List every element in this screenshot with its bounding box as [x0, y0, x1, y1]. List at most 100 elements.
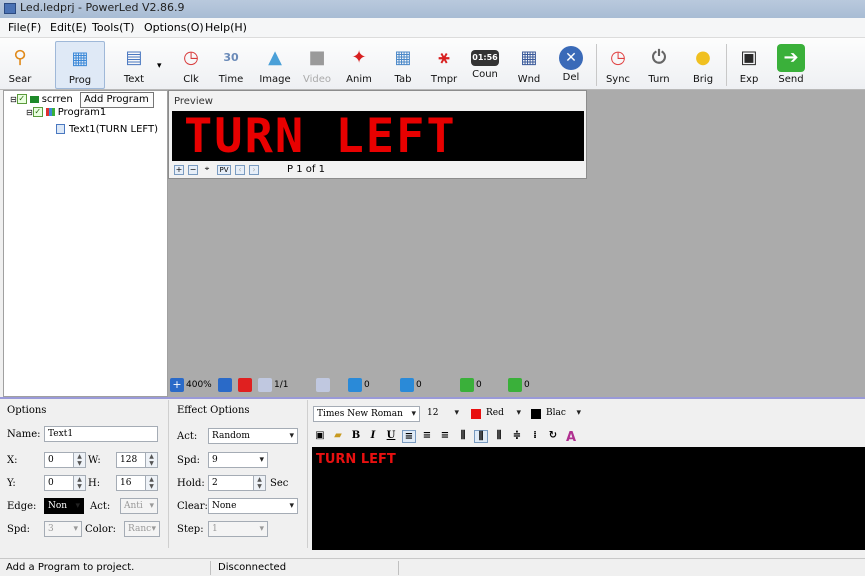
- arrange-icon: [460, 378, 474, 392]
- vertical-align-control[interactable]: 0: [348, 378, 370, 392]
- x-spinner[interactable]: ▲ ▼: [74, 452, 86, 468]
- char-spacing-icon[interactable]: ⁞: [528, 430, 542, 441]
- fg-color-select[interactable]: Red: [468, 406, 524, 422]
- font-select[interactable]: Times New Roman: [313, 406, 420, 422]
- green-control-2[interactable]: 0: [508, 378, 530, 392]
- edge-act-value: Anti: [124, 501, 143, 511]
- size-select[interactable]: 12: [424, 406, 462, 422]
- effect-act-label: Act:: [177, 431, 198, 442]
- delete-button[interactable]: ✕ Del: [552, 41, 590, 89]
- bg-color-select[interactable]: Blac: [528, 406, 584, 422]
- fg-color-value: Red: [486, 408, 504, 418]
- toolbar-separator: [596, 44, 597, 86]
- menu-file[interactable]: File(F): [8, 21, 41, 34]
- counter-button[interactable]: 01:56 Coun: [466, 41, 504, 89]
- power-icon: ⏻: [651, 47, 667, 68]
- play-control[interactable]: [238, 378, 252, 392]
- app-icon: [4, 3, 16, 14]
- align-left-icon[interactable]: ≡: [402, 430, 416, 443]
- prev-page-button[interactable]: ‹: [235, 165, 245, 175]
- video-button[interactable]: ■ Video: [298, 41, 336, 89]
- hold-spinner[interactable]: ▲ ▼: [254, 475, 266, 491]
- tree-node-text[interactable]: Text1(TURN LEFT): [56, 124, 158, 135]
- bg-color-value: Blac: [546, 408, 566, 418]
- effect-spd-value: 9: [212, 455, 218, 465]
- zoom-out-control[interactable]: [218, 378, 232, 392]
- valign-middle-icon[interactable]: ⫼: [474, 430, 488, 443]
- first-page-control[interactable]: 1/1: [258, 378, 288, 392]
- time-button[interactable]: 30 Time: [212, 41, 250, 89]
- align-center-icon[interactable]: ≡: [420, 430, 434, 441]
- temperature-button[interactable]: ⚹ Tmpr: [425, 41, 463, 89]
- image-button[interactable]: ▲ Image: [256, 41, 294, 89]
- menu-help[interactable]: Help(H): [205, 21, 247, 34]
- y-spinner[interactable]: ▲ ▼: [74, 475, 86, 491]
- align-right-icon[interactable]: ≡: [438, 430, 452, 441]
- turn-button[interactable]: ⏻ Turn: [640, 41, 678, 89]
- last-page-icon: [316, 378, 330, 392]
- edge-value: Non: [48, 501, 68, 511]
- tree-node-screen[interactable]: ⊟ ✓ scrren: [10, 94, 73, 105]
- clock-button[interactable]: ◷ Clk: [172, 41, 210, 89]
- animation-button[interactable]: ✦ Anim: [340, 41, 378, 89]
- text-button[interactable]: ▤ Text: [115, 41, 153, 89]
- zoom-out-button[interactable]: −: [188, 165, 198, 175]
- valign-bottom-icon[interactable]: ⫼: [492, 430, 506, 441]
- y-field[interactable]: 0: [44, 475, 74, 491]
- effect-act-select[interactable]: Random: [208, 428, 298, 444]
- thermometer-icon: ⚹: [438, 47, 450, 68]
- search-button[interactable]: ⚲ Sear: [1, 41, 39, 89]
- preview-window[interactable]: Preview TURN LEFT + − ⌖ PV ‹ › P 1 of 1: [168, 90, 587, 179]
- horizontal-align-control[interactable]: 0: [400, 378, 422, 392]
- bold-button[interactable]: B: [349, 430, 363, 441]
- zoom-in-button[interactable]: +: [174, 165, 184, 175]
- open-folder-icon[interactable]: ▰: [331, 430, 345, 441]
- tree-node-program[interactable]: ⊟ ✓ Program1: [26, 107, 106, 118]
- underline-button[interactable]: U: [384, 430, 398, 441]
- program-checkbox[interactable]: ✓: [32, 107, 43, 117]
- effect-spd-select[interactable]: 9: [208, 452, 268, 468]
- rotate-icon[interactable]: ↻: [546, 430, 560, 441]
- edge-color-select[interactable]: Ranc: [124, 521, 160, 537]
- zoom-control[interactable]: +400%: [170, 378, 212, 392]
- next-page-button[interactable]: ›: [249, 165, 259, 175]
- valign-top-icon[interactable]: ⫼: [456, 430, 470, 441]
- w-field[interactable]: 128: [116, 452, 146, 468]
- table-button[interactable]: ▦ Tab: [384, 41, 422, 89]
- hold-field[interactable]: 2: [208, 475, 254, 491]
- edge-spd-select[interactable]: 3: [44, 521, 82, 537]
- h-field[interactable]: 16: [116, 475, 146, 491]
- menu-tools[interactable]: Tools(T): [92, 21, 134, 34]
- export-button[interactable]: ▣ Exp: [730, 41, 768, 89]
- text-dropdown-arrow[interactable]: ▾: [157, 61, 162, 71]
- program-button[interactable]: ▦ Prog: [55, 41, 105, 89]
- send-button[interactable]: ➔ Send: [772, 41, 810, 89]
- edge-select[interactable]: Non: [44, 498, 84, 514]
- clear-label: Clear:: [177, 501, 208, 512]
- pv-button[interactable]: PV: [217, 165, 231, 175]
- clear-select[interactable]: None: [208, 498, 298, 514]
- h-spinner[interactable]: ▲ ▼: [146, 475, 158, 491]
- fit-icon[interactable]: ⌖: [202, 165, 212, 175]
- toolbar-separator: [726, 44, 727, 86]
- green-control-1[interactable]: 0: [460, 378, 482, 392]
- x-label: X:: [7, 455, 18, 466]
- window-button[interactable]: ▦ Wnd: [510, 41, 548, 89]
- text-editor[interactable]: TURN LEFT: [312, 447, 865, 550]
- screen-checkbox[interactable]: ✓: [16, 94, 27, 104]
- edge-act-select[interactable]: Anti: [120, 498, 158, 514]
- menu-edit[interactable]: Edit(E): [50, 21, 87, 34]
- menu-options[interactable]: Options(O): [144, 21, 204, 34]
- fg-color-swatch: [471, 409, 481, 419]
- font-color-icon[interactable]: A: [564, 430, 578, 445]
- step-select[interactable]: 1: [208, 521, 268, 537]
- name-field[interactable]: Text1: [44, 426, 158, 442]
- sync-button[interactable]: ◷ Sync: [599, 41, 637, 89]
- save-icon[interactable]: ▣: [313, 430, 327, 441]
- last-page-control[interactable]: [316, 378, 330, 392]
- italic-button[interactable]: I: [366, 430, 380, 441]
- x-field[interactable]: 0: [44, 452, 74, 468]
- w-spinner[interactable]: ▲ ▼: [146, 452, 158, 468]
- line-spacing-icon[interactable]: ≑: [510, 430, 524, 441]
- brightness-button[interactable]: ● Brig: [684, 41, 722, 89]
